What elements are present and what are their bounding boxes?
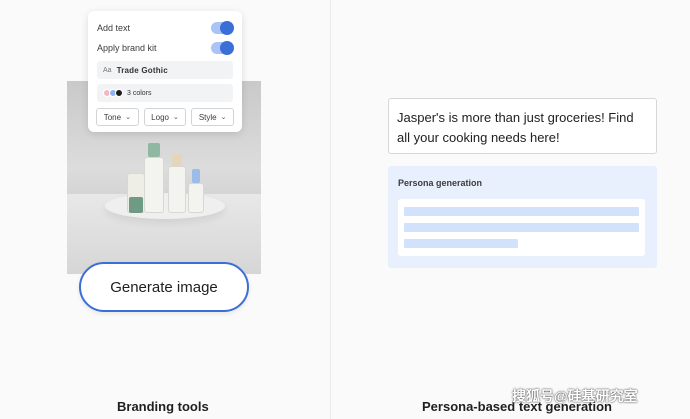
tone-dropdown[interactable]: Tone ⌄ xyxy=(96,108,139,126)
placeholder-line xyxy=(404,223,639,232)
persona-generation-card: Persona generation xyxy=(388,166,657,268)
add-text-label: Add text xyxy=(97,23,131,33)
generated-text-box[interactable]: Jasper's is more than just groceries! Fi… xyxy=(388,98,657,154)
branding-tools-caption: Branding tools xyxy=(117,399,209,414)
logo-dropdown-label: Logo xyxy=(151,112,169,122)
chevron-down-icon: ⌄ xyxy=(172,114,179,121)
bottle-tall xyxy=(144,157,164,213)
chevron-down-icon: ⌄ xyxy=(125,114,131,121)
persona-title: Persona generation xyxy=(398,178,483,188)
colors-field[interactable]: 3 colors xyxy=(97,84,233,102)
apply-brand-kit-row: Apply brand kit xyxy=(97,40,234,56)
style-dropdown[interactable]: Style ⌄ xyxy=(191,108,235,126)
toggle-knob xyxy=(220,21,234,35)
add-text-toggle[interactable] xyxy=(211,21,234,35)
watermark: 搜狐号@硅基研究室 xyxy=(512,388,638,404)
colors-label: 3 colors xyxy=(127,89,152,97)
bottle-cap-blue xyxy=(192,169,200,183)
placeholder-line xyxy=(404,239,518,248)
add-text-row: Add text xyxy=(97,20,234,36)
tone-dropdown-label: Tone xyxy=(103,112,122,122)
generate-image-button[interactable]: Generate image xyxy=(79,262,249,312)
jar-cap xyxy=(129,197,143,213)
toggle-knob xyxy=(220,41,234,55)
branding-settings-card: Add text Apply brand kit Aa Trade Gothic… xyxy=(88,11,242,132)
apply-brand-kit-toggle[interactable] xyxy=(211,41,234,55)
font-field[interactable]: Aa Trade Gothic xyxy=(97,61,233,79)
font-name: Trade Gothic xyxy=(116,65,168,75)
color-swatch-black xyxy=(115,89,123,97)
persona-text-area[interactable] xyxy=(398,199,645,256)
placeholder-line xyxy=(404,207,639,216)
bottle-medium xyxy=(168,166,186,213)
photo-plinth xyxy=(105,193,225,219)
chevron-down-icon: ⌄ xyxy=(220,114,227,121)
bottle-cap-cream xyxy=(172,154,182,166)
bottle-cap-green xyxy=(148,143,160,157)
bottle-small xyxy=(188,183,204,213)
style-dropdown-label: Style xyxy=(198,112,217,122)
font-icon: Aa xyxy=(103,66,112,74)
dropdown-row: Tone ⌄ Logo ⌄ Style ⌄ xyxy=(96,108,235,126)
logo-dropdown[interactable]: Logo ⌄ xyxy=(143,108,187,126)
apply-brand-kit-label: Apply brand kit xyxy=(97,43,157,53)
